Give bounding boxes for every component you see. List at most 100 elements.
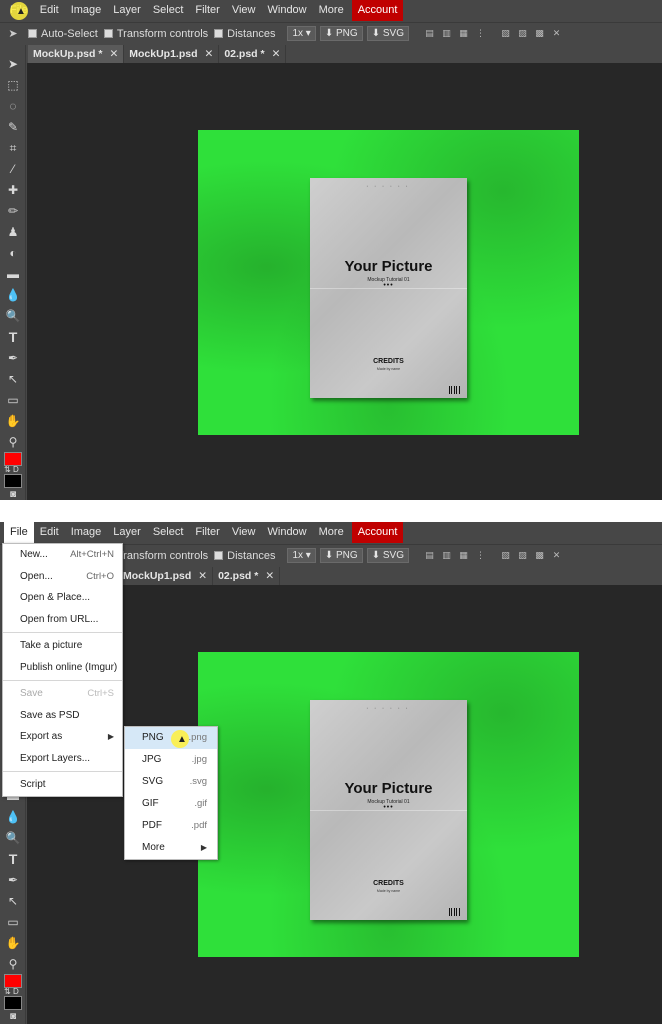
distribute-h-icon[interactable]: ✕	[550, 550, 563, 561]
align-right-icon[interactable]: ▦	[457, 28, 470, 39]
stamp-tool-icon[interactable]: ♟	[4, 223, 22, 241]
export-jpg-item[interactable]: JPG .jpg	[125, 749, 217, 771]
tab-02[interactable]: 02.psd * ✕	[213, 567, 281, 585]
gradient-tool-icon[interactable]: ▬	[4, 265, 22, 283]
menu-image[interactable]: Image	[65, 522, 108, 543]
menu-layer[interactable]: Layer	[107, 522, 147, 543]
menu-select[interactable]: Select	[147, 522, 190, 543]
close-icon[interactable]: ✕	[205, 48, 214, 60]
dodge-tool-icon[interactable]: 🔍	[4, 307, 22, 325]
menu-edit[interactable]: Edit	[34, 522, 65, 543]
align-left-icon[interactable]: ▤	[423, 550, 436, 561]
close-icon[interactable]: ✕	[272, 48, 281, 60]
menu-window[interactable]: Window	[262, 0, 313, 21]
quick-mask-icon[interactable]: ◙	[4, 486, 22, 500]
foreground-color-swatch[interactable]	[4, 452, 22, 466]
zoom-select[interactable]: 1x ▾	[287, 26, 316, 41]
menu-item-export-layers[interactable]: Export Layers...	[3, 748, 122, 770]
distances-checkbox[interactable]	[214, 551, 224, 560]
menu-file[interactable]: File	[4, 522, 34, 543]
account-button[interactable]: Account	[351, 0, 404, 21]
export-svg-button[interactable]: ⬇ SVG	[366, 548, 409, 563]
marquee-tool-icon[interactable]: ⬚	[4, 76, 22, 94]
align-bottom-icon[interactable]: ▩	[533, 550, 546, 561]
export-png-button[interactable]: ⬇ PNG	[319, 26, 363, 41]
close-icon[interactable]: ✕	[265, 570, 274, 582]
close-icon[interactable]: ✕	[109, 48, 118, 60]
align-bottom-icon[interactable]: ▩	[533, 28, 546, 39]
shape-tool-icon[interactable]: ▭	[4, 913, 22, 931]
menu-item-save-psd[interactable]: Save as PSD	[3, 705, 122, 727]
menu-item-new[interactable]: New... Alt+Ctrl+N	[3, 544, 122, 566]
menu-item-open[interactable]: Open... Ctrl+O	[3, 566, 122, 588]
hand-tool-icon[interactable]: ✋	[4, 412, 22, 430]
align-right-icon[interactable]: ▦	[457, 550, 470, 561]
menu-view[interactable]: View	[226, 522, 262, 543]
zoom-tool-icon[interactable]: ⚲	[4, 433, 22, 451]
align-left-icon[interactable]: ▤	[423, 28, 436, 39]
align-top-icon[interactable]: ▧	[499, 550, 512, 561]
blur-tool-icon[interactable]: 💧	[4, 286, 22, 304]
menu-item-script[interactable]: Script	[3, 774, 122, 796]
hand-tool-icon[interactable]: ✋	[4, 934, 22, 952]
account-button[interactable]: Account	[351, 522, 404, 543]
blur-tool-icon[interactable]: 💧	[4, 808, 22, 826]
quick-select-icon[interactable]: ✎	[4, 118, 22, 136]
eyedropper-icon[interactable]: ⁄	[4, 160, 22, 178]
shape-tool-icon[interactable]: ▭	[4, 391, 22, 409]
menu-select[interactable]: Select	[147, 0, 190, 21]
menu-item-publish-imgur[interactable]: Publish online (Imgur)	[3, 657, 122, 679]
tab-mockup1[interactable]: MockUp1.psd ✕	[124, 45, 220, 63]
export-png-button[interactable]: ⬇ PNG	[319, 548, 363, 563]
menu-item-export-as[interactable]: Export as ▶	[3, 726, 122, 748]
crop-tool-icon[interactable]: ⌗	[4, 139, 22, 157]
type-tool-icon[interactable]: T	[4, 328, 22, 346]
path-select-icon[interactable]: ↖	[4, 370, 22, 388]
menu-filter[interactable]: Filter	[189, 522, 225, 543]
menu-window[interactable]: Window	[262, 522, 313, 543]
pen-tool-icon[interactable]: ✒	[4, 871, 22, 889]
align-center-icon[interactable]: ▥	[440, 28, 453, 39]
foreground-color-swatch[interactable]	[4, 974, 22, 988]
eraser-tool-icon[interactable]: ◐	[4, 244, 22, 262]
close-icon[interactable]: ✕	[198, 570, 207, 582]
menu-filter[interactable]: Filter	[189, 0, 225, 21]
align-top-icon[interactable]: ▧	[499, 28, 512, 39]
path-select-icon[interactable]: ↖	[4, 892, 22, 910]
menu-item-open-url[interactable]: Open from URL...	[3, 609, 122, 631]
lasso-tool-icon[interactable]: ◌	[4, 97, 22, 115]
distribute-icon[interactable]: ⋮	[474, 550, 487, 561]
menu-more[interactable]: More	[313, 0, 350, 21]
brush-tool-icon[interactable]: ✏	[4, 202, 22, 220]
tab-02[interactable]: 02.psd * ✕	[219, 45, 287, 63]
distribute-icon[interactable]: ⋮	[474, 28, 487, 39]
menu-item-take-picture[interactable]: Take a picture	[3, 635, 122, 657]
export-svg-button[interactable]: ⬇ SVG	[366, 26, 409, 41]
zoom-tool-icon[interactable]: ⚲	[4, 955, 22, 973]
tab-mockup1[interactable]: MockUp1.psd ✕	[118, 567, 214, 585]
align-middle-icon[interactable]: ▨	[516, 550, 529, 561]
export-gif-item[interactable]: GIF .gif	[125, 793, 217, 815]
menu-edit[interactable]: Edit	[34, 0, 65, 21]
menu-image[interactable]: Image	[65, 0, 108, 21]
align-center-icon[interactable]: ▥	[440, 550, 453, 561]
distribute-h-icon[interactable]: ✕	[550, 28, 563, 39]
healing-icon[interactable]: ✚	[4, 181, 22, 199]
canvas-area[interactable]: • • • • • • Your Picture Mockup Tutorial…	[27, 63, 662, 500]
quick-mask-icon[interactable]: ◙	[4, 1008, 22, 1024]
swap-colors-icon[interactable]: ⇅ D	[4, 465, 19, 474]
menu-layer[interactable]: Layer	[107, 0, 147, 21]
export-more-item[interactable]: More ▶	[125, 837, 217, 859]
export-pdf-item[interactable]: PDF .pdf	[125, 815, 217, 837]
zoom-select[interactable]: 1x ▾	[287, 548, 316, 563]
swap-colors-icon[interactable]: ⇅ D	[4, 987, 19, 996]
distances-checkbox[interactable]	[214, 29, 224, 38]
menu-view[interactable]: View	[226, 0, 262, 21]
align-middle-icon[interactable]: ▨	[516, 28, 529, 39]
dodge-tool-icon[interactable]: 🔍	[4, 829, 22, 847]
pen-tool-icon[interactable]: ✒	[4, 349, 22, 367]
menu-item-open-place[interactable]: Open & Place...	[3, 587, 122, 609]
move-tool-icon[interactable]: ➤	[4, 55, 22, 73]
tab-mockup[interactable]: MockUp.psd * ✕	[28, 45, 125, 63]
type-tool-icon[interactable]: T	[4, 850, 22, 868]
